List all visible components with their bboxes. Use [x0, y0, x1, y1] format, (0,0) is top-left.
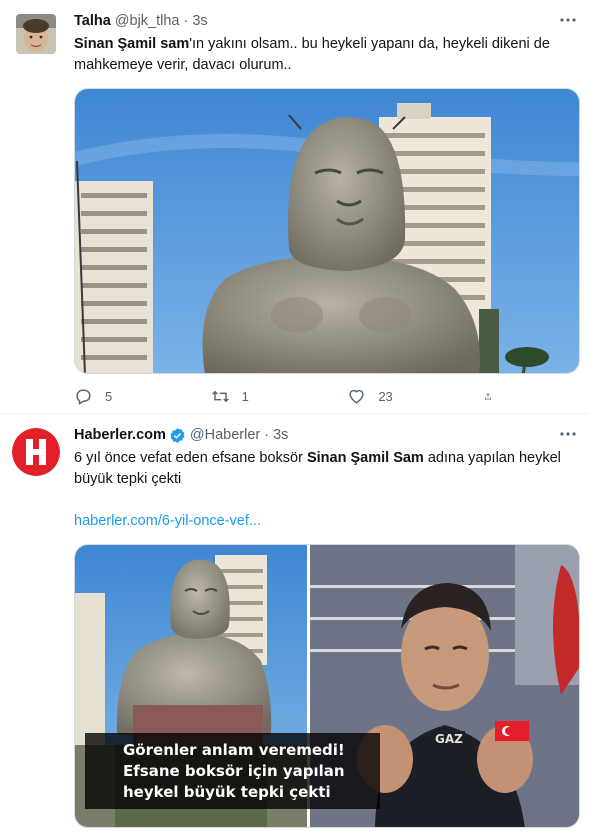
author-name[interactable]: Haberler.com [74, 426, 166, 444]
avatar[interactable] [16, 14, 56, 54]
tweet-text-before: 6 yıl önce vefat eden efsane boksör [74, 450, 307, 466]
tweet-header: Talha @bjk_tlha · 3s [74, 12, 580, 30]
shirt-text: GAZ [435, 732, 463, 746]
retweet-count: 1 [241, 388, 249, 404]
tweet-text: Sinan Şamil sam'ın yakını olsam.. bu hey… [74, 34, 580, 76]
retweet-button[interactable]: 1 [211, 387, 341, 406]
share-button[interactable] [484, 387, 504, 406]
timestamp[interactable]: 3s [273, 426, 288, 444]
verified-badge-icon [170, 427, 185, 443]
like-button[interactable]: 23 [347, 387, 477, 406]
tweet-photo[interactable] [74, 88, 580, 374]
mention-bold: Sinan Şamil Sam [306, 450, 424, 466]
reply-icon [76, 388, 91, 405]
tweet-actions: 5 1 23 [74, 381, 504, 411]
tweet-text: 6 yıl önce vefat eden efsane boksör Sina… [74, 448, 580, 532]
statue-photo [75, 89, 579, 373]
avatar-column [14, 12, 74, 413]
more-options-icon[interactable] [558, 424, 578, 444]
author-handle[interactable]: @Haberler [190, 426, 260, 444]
tweet[interactable]: Haberler.com @Haberler · 3s 6 yıl önce v… [0, 414, 589, 836]
like-count: 23 [378, 388, 393, 404]
article-link[interactable]: haberler.com/6-yil-once-vef... [74, 511, 580, 532]
separator-dot: · [183, 13, 189, 29]
tweet[interactable]: Talha @bjk_tlha · 3s Sinan Şamil sam'ın … [0, 0, 589, 414]
tweet-content: Haberler.com @Haberler · 3s 6 yıl önce v… [74, 426, 580, 836]
more-options-icon[interactable] [558, 10, 578, 30]
author-name[interactable]: Talha [74, 12, 111, 30]
card-caption: Görenler anlam veremedi! Efsane boksör i… [85, 733, 380, 809]
tweet-header: Haberler.com @Haberler · 3s [74, 426, 580, 444]
retweet-icon [211, 390, 229, 402]
share-icon [485, 392, 491, 399]
avatar-column [12, 426, 74, 836]
tweet-content: Talha @bjk_tlha · 3s Sinan Şamil sam'ın … [74, 12, 580, 413]
haberler-logo[interactable] [12, 428, 60, 476]
link-card[interactable]: GAZ Görenler anlam veremedi! Efsane boks… [74, 544, 580, 828]
separator-dot: · [264, 427, 270, 443]
timestamp[interactable]: 3s [192, 12, 207, 30]
author-handle[interactable]: @bjk_tlha [115, 12, 180, 30]
heart-icon [349, 389, 364, 404]
reply-count: 5 [105, 388, 113, 404]
reply-button[interactable]: 5 [74, 387, 204, 406]
mention-bold: Sinan Şamil sam [74, 36, 190, 52]
